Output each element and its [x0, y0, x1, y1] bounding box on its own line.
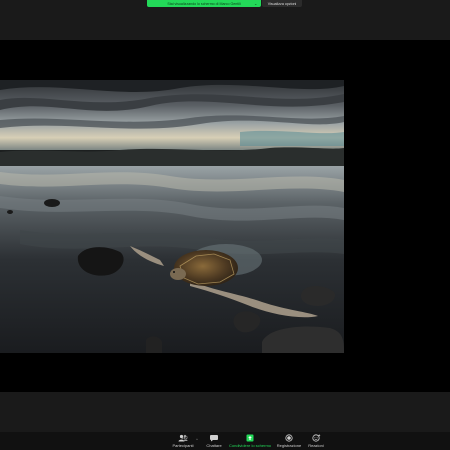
- view-options-button[interactable]: Visualizza opzioni: [262, 0, 302, 7]
- share-banner-label: Stai visualizzando lo schermo di Marco G…: [167, 1, 241, 6]
- reactions-label: Reazioni: [308, 443, 324, 448]
- chevron-up-icon[interactable]: ^: [196, 437, 198, 442]
- participants-label: Partecipanti: [172, 443, 194, 448]
- shared-screen-image: [0, 80, 344, 353]
- meeting-toolbar: 142 Partecipanti ^ Chattare Condividere …: [0, 432, 450, 450]
- chevron-down-icon[interactable]: ⌄: [254, 1, 259, 6]
- participants-button[interactable]: 142 Partecipanti: [171, 434, 195, 449]
- record-label: Registrazione: [276, 443, 302, 448]
- record-button[interactable]: Registrazione: [276, 434, 302, 449]
- chat-label: Chattare: [206, 443, 222, 448]
- screen-share-banner[interactable]: Stai visualizzando lo schermo di Marco G…: [147, 0, 261, 7]
- record-icon: [285, 434, 293, 442]
- turtle-photo: [0, 80, 344, 353]
- share-screen-icon: [246, 434, 254, 442]
- participant-count: 142: [181, 435, 188, 440]
- chat-button[interactable]: Chattare: [203, 434, 225, 449]
- chat-icon: [210, 435, 218, 442]
- reactions-button[interactable]: Reazioni: [305, 434, 327, 449]
- bottom-bar-gap: [0, 392, 450, 432]
- share-screen-label: Condividere lo schermo: [228, 443, 272, 448]
- reactions-icon: [312, 434, 321, 442]
- share-screen-button[interactable]: Condividere lo schermo: [228, 434, 272, 449]
- view-options-label: Visualizza opzioni: [267, 1, 297, 6]
- top-bar: Stai visualizzando lo schermo di Marco G…: [0, 0, 450, 40]
